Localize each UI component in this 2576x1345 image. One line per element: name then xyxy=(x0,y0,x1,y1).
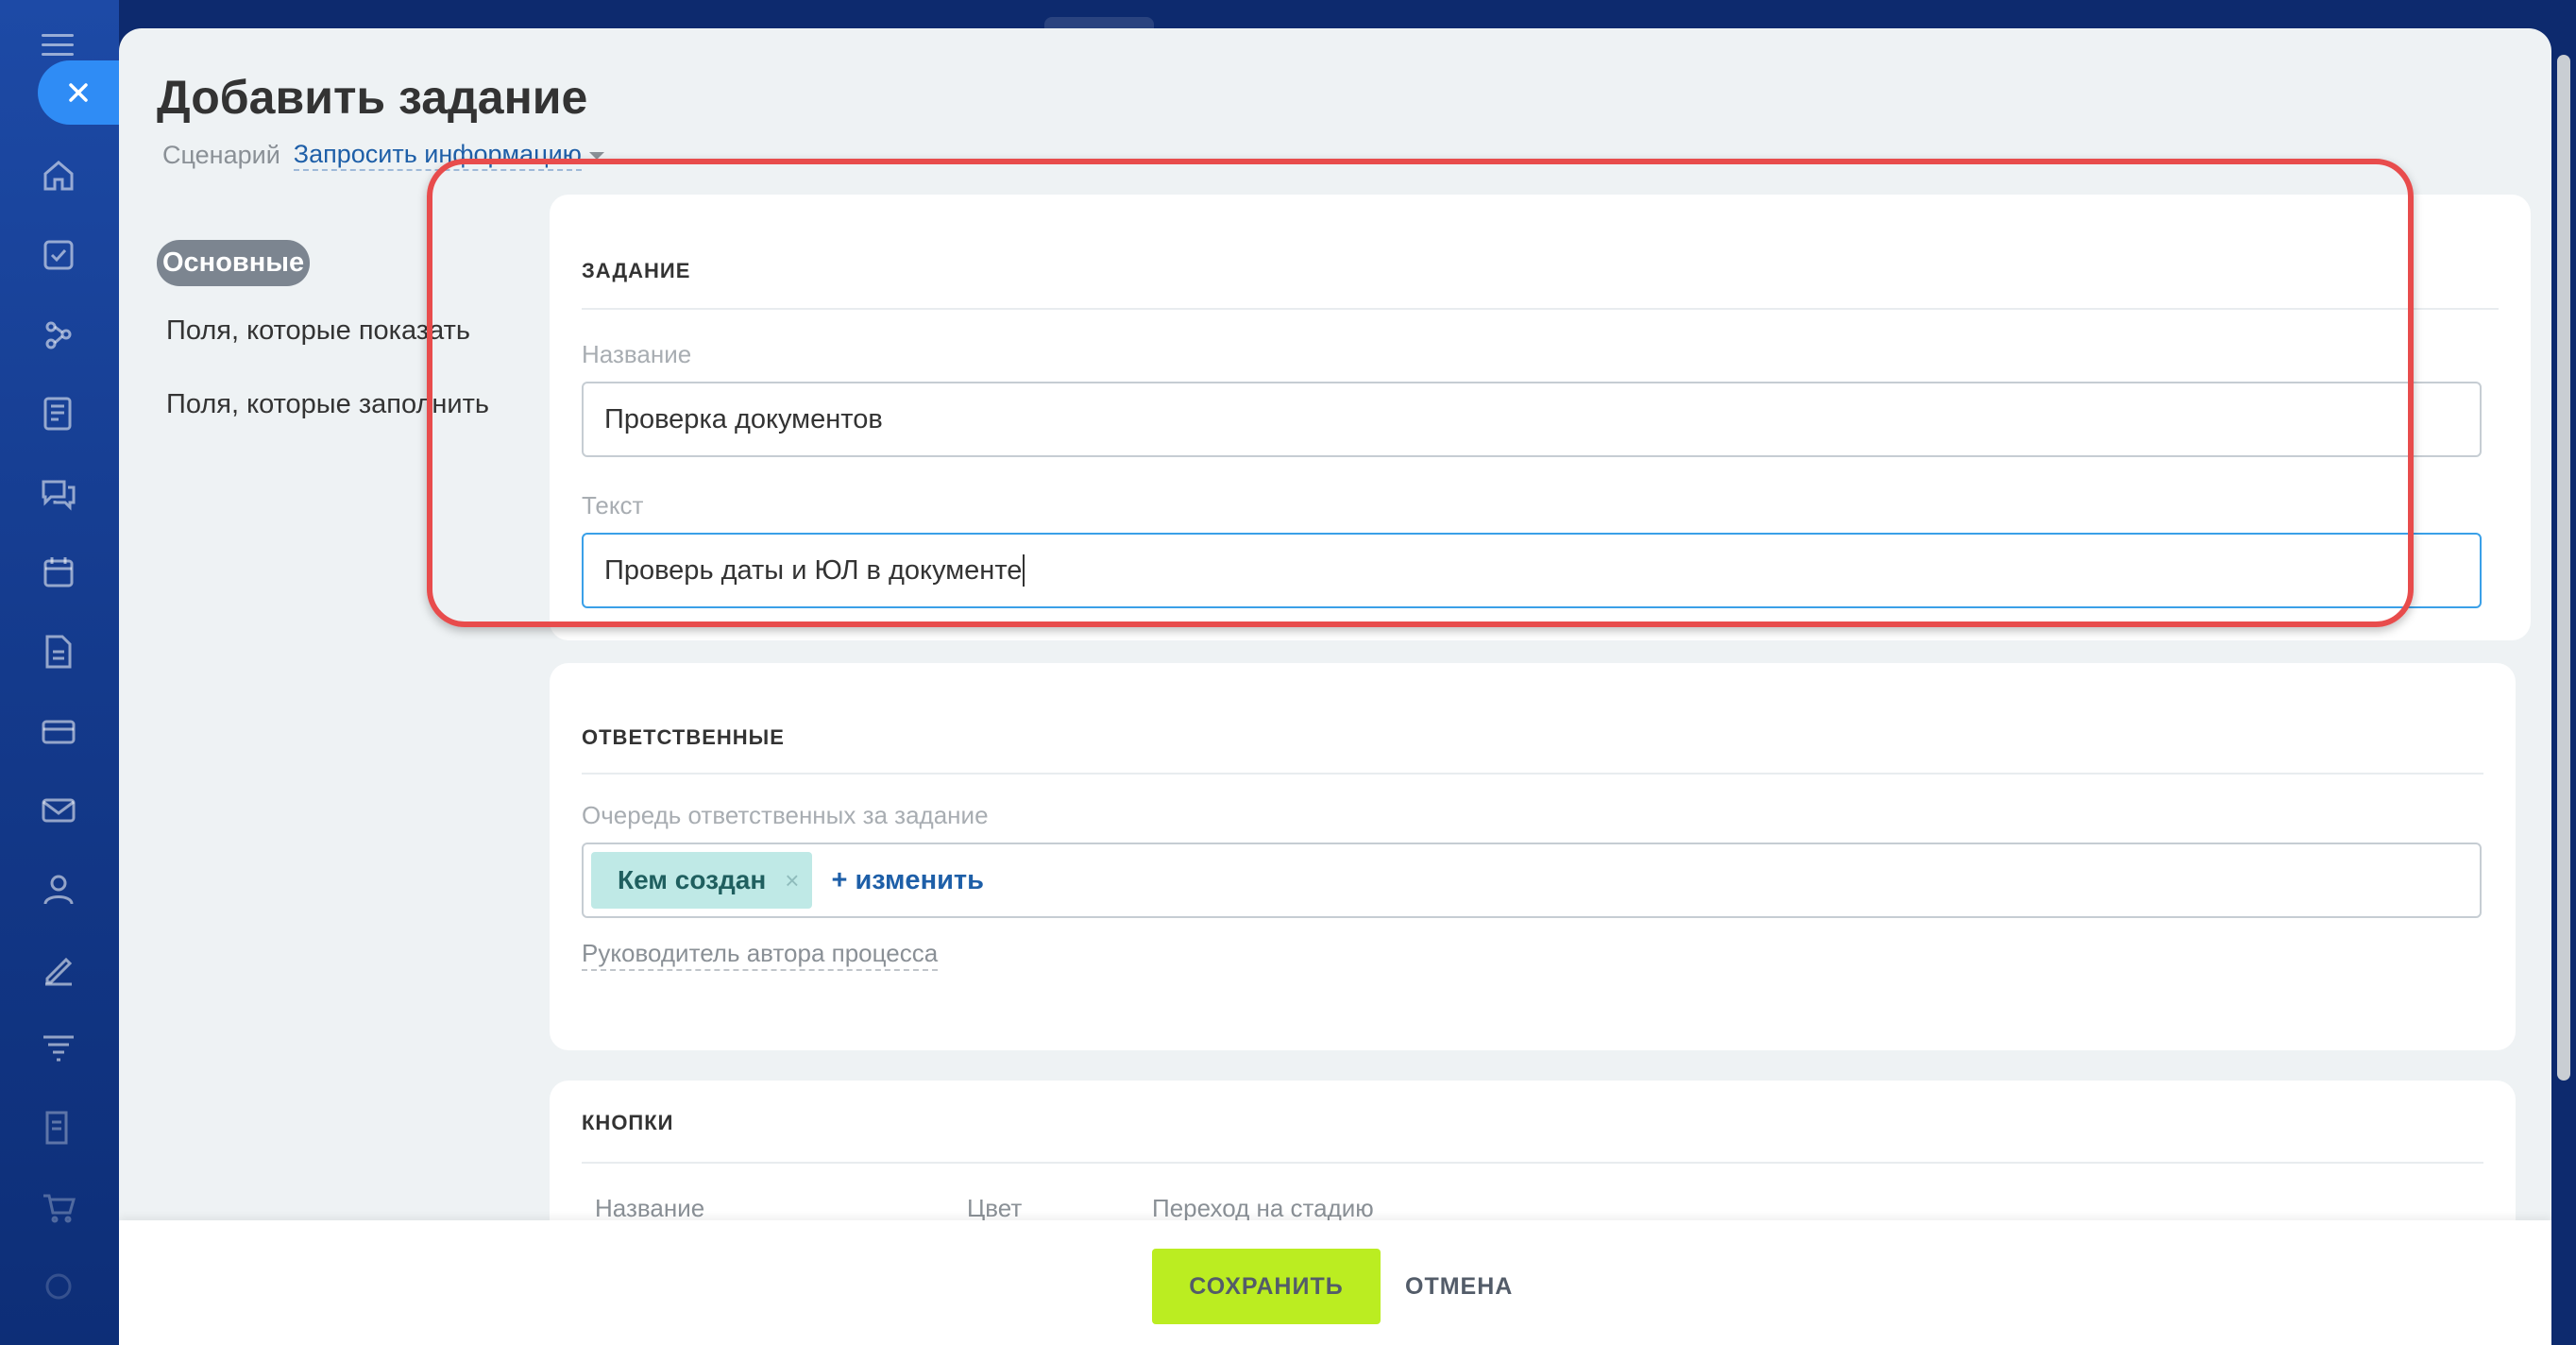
responsible-tag: Кем создан × xyxy=(591,852,813,909)
nav-item-main[interactable]: Основные xyxy=(157,240,311,286)
menu-icon[interactable] xyxy=(42,34,74,57)
text-cursor xyxy=(1023,554,1025,587)
forms-icon[interactable] xyxy=(38,1107,79,1149)
left-rail xyxy=(0,0,119,1345)
divider xyxy=(582,1162,2483,1164)
section-title-buttons: КНОПКИ xyxy=(582,1111,674,1134)
scrollbar[interactable] xyxy=(2557,55,2570,1081)
name-input[interactable]: Проверка документов xyxy=(582,382,2482,457)
tasks-icon[interactable] xyxy=(38,234,79,276)
queue-label: Очередь ответственных за задание xyxy=(582,801,989,829)
remove-tag-icon[interactable]: × xyxy=(785,866,799,895)
save-button[interactable]: СОХРАНИТЬ xyxy=(1152,1249,1381,1324)
mail-icon[interactable] xyxy=(38,790,79,831)
change-responsible-link[interactable]: + изменить xyxy=(831,865,983,896)
responsible-tag-label: Кем создан xyxy=(618,865,767,894)
feed-icon[interactable] xyxy=(38,393,79,434)
contacts-icon[interactable] xyxy=(38,869,79,911)
funnel-icon[interactable] xyxy=(38,1028,79,1069)
manager-link[interactable]: Руководитель автора процесса xyxy=(582,939,939,971)
chevron-down-icon[interactable] xyxy=(588,151,604,160)
task-section: ЗАДАНИЕ Название Проверка документов Тек… xyxy=(550,195,2531,640)
scenario-selector[interactable]: Запросить информацию xyxy=(293,140,582,171)
responsible-section: ОТВЕТСТВЕННЫЕ Очередь ответственных за з… xyxy=(550,663,2516,1050)
chat-icon[interactable] xyxy=(38,472,79,514)
divider xyxy=(582,308,2499,310)
crm-icon[interactable] xyxy=(38,314,79,355)
shop-icon[interactable] xyxy=(38,1186,79,1228)
name-input-value: Проверка документов xyxy=(604,403,883,434)
column-header-color: Цвет xyxy=(967,1194,1023,1222)
task-editor-panel: Добавить задание Сценарий Запросить инфо… xyxy=(119,28,2551,1345)
nav-item-fields-fill[interactable]: Поля, которые заполнить xyxy=(166,389,489,420)
scenario-row: Сценарий Запросить информацию xyxy=(162,140,604,171)
calendar-icon[interactable] xyxy=(38,552,79,593)
documents-icon[interactable] xyxy=(38,631,79,672)
text-input-value: Проверь даты и ЮЛ в документе xyxy=(604,554,1023,586)
scenario-label: Сценарий xyxy=(162,141,280,169)
more-icon[interactable] xyxy=(38,1266,79,1307)
cancel-button[interactable]: ОТМЕНА xyxy=(1405,1249,1513,1324)
nav-item-fields-show[interactable]: Поля, которые показать xyxy=(166,315,470,347)
inventory-icon[interactable] xyxy=(38,710,79,752)
close-icon xyxy=(69,83,88,102)
column-header-stage: Переход на стадию xyxy=(1152,1194,1374,1222)
sign-icon[interactable] xyxy=(38,948,79,990)
page-title: Добавить задание xyxy=(157,71,588,124)
divider xyxy=(582,773,2483,775)
column-header-name: Название xyxy=(595,1194,705,1222)
home-icon[interactable] xyxy=(38,155,79,196)
text-label: Текст xyxy=(582,491,644,519)
section-title-task: ЗАДАНИЕ xyxy=(582,259,691,282)
name-label: Название xyxy=(582,340,692,368)
footer-bar: СОХРАНИТЬ ОТМЕНА xyxy=(119,1220,2551,1345)
section-title-responsible: ОТВЕТСТВЕННЫЕ xyxy=(582,725,785,749)
text-input[interactable]: Проверь даты и ЮЛ в документе xyxy=(582,533,2482,608)
responsible-input[interactable]: Кем создан × + изменить xyxy=(582,843,2482,918)
close-button[interactable] xyxy=(38,60,119,125)
